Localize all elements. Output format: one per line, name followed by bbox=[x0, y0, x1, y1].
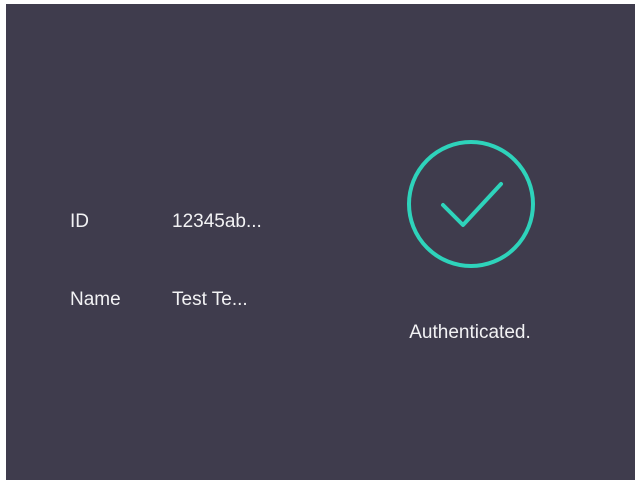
status-message: Authenticated. bbox=[409, 322, 531, 343]
auth-result-screen: ID 12345ab... Name Test Te... Authentica… bbox=[6, 4, 635, 480]
id-label: ID bbox=[70, 211, 89, 232]
name-label: Name bbox=[70, 289, 121, 310]
id-value: 12345ab... bbox=[172, 211, 262, 232]
name-value: Test Te... bbox=[172, 289, 248, 310]
check-circle-icon bbox=[404, 137, 538, 271]
